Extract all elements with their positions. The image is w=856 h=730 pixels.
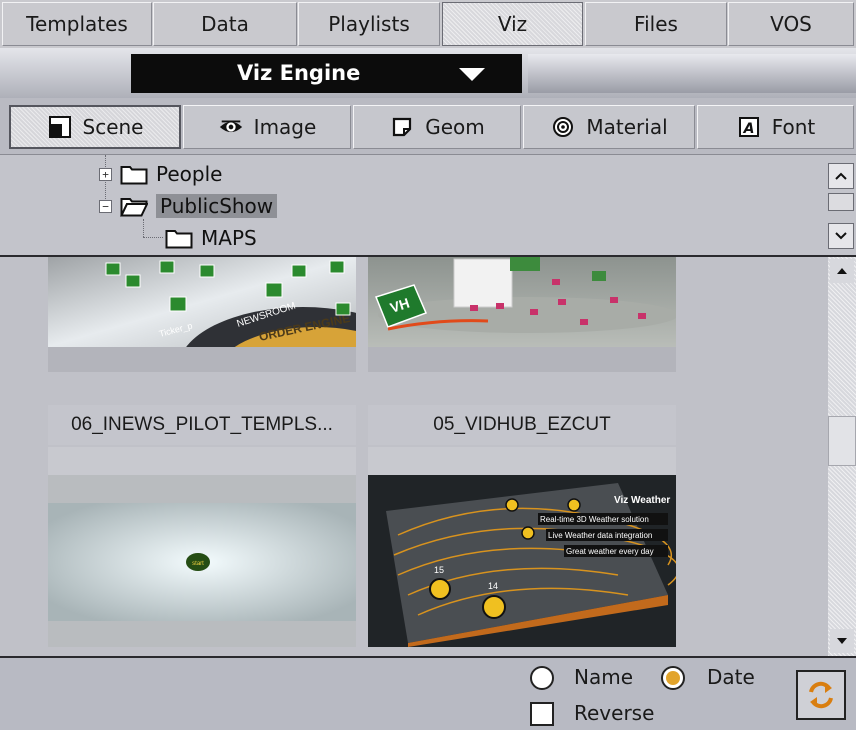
- scroll-thumb[interactable]: [828, 193, 854, 211]
- collapse-icon[interactable]: −: [99, 199, 112, 213]
- sort-date-label: Date: [707, 665, 755, 689]
- scroll-down-button[interactable]: [828, 223, 854, 249]
- tab-label: Data: [201, 12, 249, 36]
- engine-label: Viz Engine: [237, 61, 361, 85]
- tab-label: Material: [586, 115, 668, 139]
- folder-icon: [165, 230, 193, 249]
- scene-preview-image: start: [48, 475, 356, 647]
- thumbnail-band: [48, 347, 356, 372]
- tree-item-label: MAPS: [201, 226, 257, 250]
- tab-material[interactable]: Material: [523, 105, 695, 149]
- thumbnail-label: 05_VIDHUB_EZCUT: [368, 405, 676, 445]
- tab-label: Files: [634, 12, 678, 36]
- scroll-up-button[interactable]: [828, 163, 854, 189]
- refresh-icon: [809, 681, 833, 709]
- tab-geom[interactable]: Geom: [353, 105, 521, 149]
- thumbnail-band: [368, 447, 676, 475]
- tree-item-maps[interactable]: MAPS: [165, 223, 257, 253]
- tree-item-people[interactable]: + People: [99, 159, 222, 189]
- tree-item-label: PublicShow: [156, 194, 278, 218]
- scene-preview-image: NEWSROOM ORDER ENGINE Ticker_p: [48, 257, 356, 372]
- thumbnail-start[interactable]: start: [48, 475, 356, 647]
- chevron-down-icon: [835, 232, 847, 240]
- folder-icon: [120, 166, 148, 185]
- svg-text:Real-time 3D Weather solution: Real-time 3D Weather solution: [540, 515, 649, 524]
- tab-files[interactable]: Files: [585, 2, 727, 46]
- tab-label: Image: [253, 115, 317, 139]
- svg-text:Great weather every day: Great weather every day: [566, 547, 654, 556]
- material-icon: [550, 114, 576, 140]
- scene-preview-image: VH: [368, 257, 676, 347]
- scroll-up-button[interactable]: [830, 259, 854, 283]
- tab-font[interactable]: A Font: [697, 105, 854, 149]
- sort-date-radio[interactable]: [661, 666, 685, 690]
- refresh-button[interactable]: [796, 670, 846, 720]
- tab-data[interactable]: Data: [153, 2, 297, 46]
- tree-guide-line: [143, 237, 163, 238]
- chevron-up-icon: [835, 172, 847, 180]
- tab-scene[interactable]: Scene: [9, 105, 181, 149]
- scroll-down-button[interactable]: [830, 629, 854, 653]
- svg-text:A: A: [742, 121, 754, 137]
- sort-bar: Name Date Reverse: [0, 658, 856, 730]
- tab-label: Scene: [82, 115, 144, 139]
- tree-item-publicshow[interactable]: − PublicShow: [99, 191, 278, 221]
- open-folder-icon: [120, 198, 148, 217]
- arrow-down-icon: [837, 638, 847, 644]
- tab-label: Geom: [425, 115, 485, 139]
- svg-text:Viz Weather: Viz Weather: [614, 495, 670, 506]
- sort-name-radio[interactable]: [530, 666, 554, 690]
- tree-scrollbar[interactable]: [828, 159, 854, 251]
- reverse-checkbox[interactable]: [530, 702, 554, 726]
- svg-text:Live Weather data integration: Live Weather data integration: [548, 531, 652, 540]
- thumbnail-label: 06_INEWS_PILOT_TEMPLS...: [48, 405, 356, 445]
- tab-label: Font: [771, 115, 816, 139]
- tab-templates[interactable]: Templates: [2, 2, 152, 46]
- arrow-up-icon: [837, 268, 847, 274]
- svg-text:15: 15: [434, 565, 444, 575]
- tab-image[interactable]: Image: [183, 105, 351, 149]
- tree-item-label: People: [156, 162, 223, 186]
- scene-preview-image: Viz Weather Real-time 3D Weather solutio…: [368, 475, 676, 647]
- thumbnail-grid: NEWSROOM ORDER ENGINE Ticker_p 06_INEWS_…: [0, 257, 856, 658]
- reverse-label: Reverse: [574, 701, 655, 725]
- tab-label: Templates: [26, 12, 128, 36]
- thumbnail-band: [48, 447, 356, 475]
- top-tab-bar: Templates Data Playlists Viz Files VOS: [0, 0, 856, 49]
- tab-playlists[interactable]: Playlists: [298, 2, 440, 46]
- tree-guide-line: [143, 219, 144, 237]
- thumbnail-scrollbar[interactable]: [828, 257, 856, 656]
- scene-icon: [47, 114, 73, 140]
- sort-name-label: Name: [574, 665, 634, 689]
- dropdown-arrow-icon[interactable]: [459, 68, 485, 81]
- tab-viz[interactable]: Viz: [442, 2, 583, 46]
- geom-icon: [389, 114, 415, 140]
- tab-vos[interactable]: VOS: [728, 2, 854, 46]
- eye-icon: [218, 114, 244, 140]
- tab-label: Viz: [497, 12, 528, 36]
- tab-label: Playlists: [328, 12, 410, 36]
- thumbnail-band: [368, 347, 676, 372]
- engine-bar: Viz Engine: [0, 48, 856, 100]
- svg-text:14: 14: [488, 581, 498, 591]
- font-icon: A: [736, 114, 762, 140]
- folder-tree: + People − PublicShow MAPS: [0, 154, 856, 258]
- engine-bar-filler: [528, 54, 856, 93]
- tab-label: VOS: [770, 12, 812, 36]
- expand-icon[interactable]: +: [99, 167, 112, 181]
- thumbnail-weather[interactable]: Viz Weather Real-time 3D Weather solutio…: [368, 475, 676, 647]
- svg-text:start: start: [192, 561, 204, 567]
- scroll-thumb[interactable]: [828, 416, 856, 466]
- asset-type-tabs: Scene Image Geom Material A Font: [0, 98, 856, 154]
